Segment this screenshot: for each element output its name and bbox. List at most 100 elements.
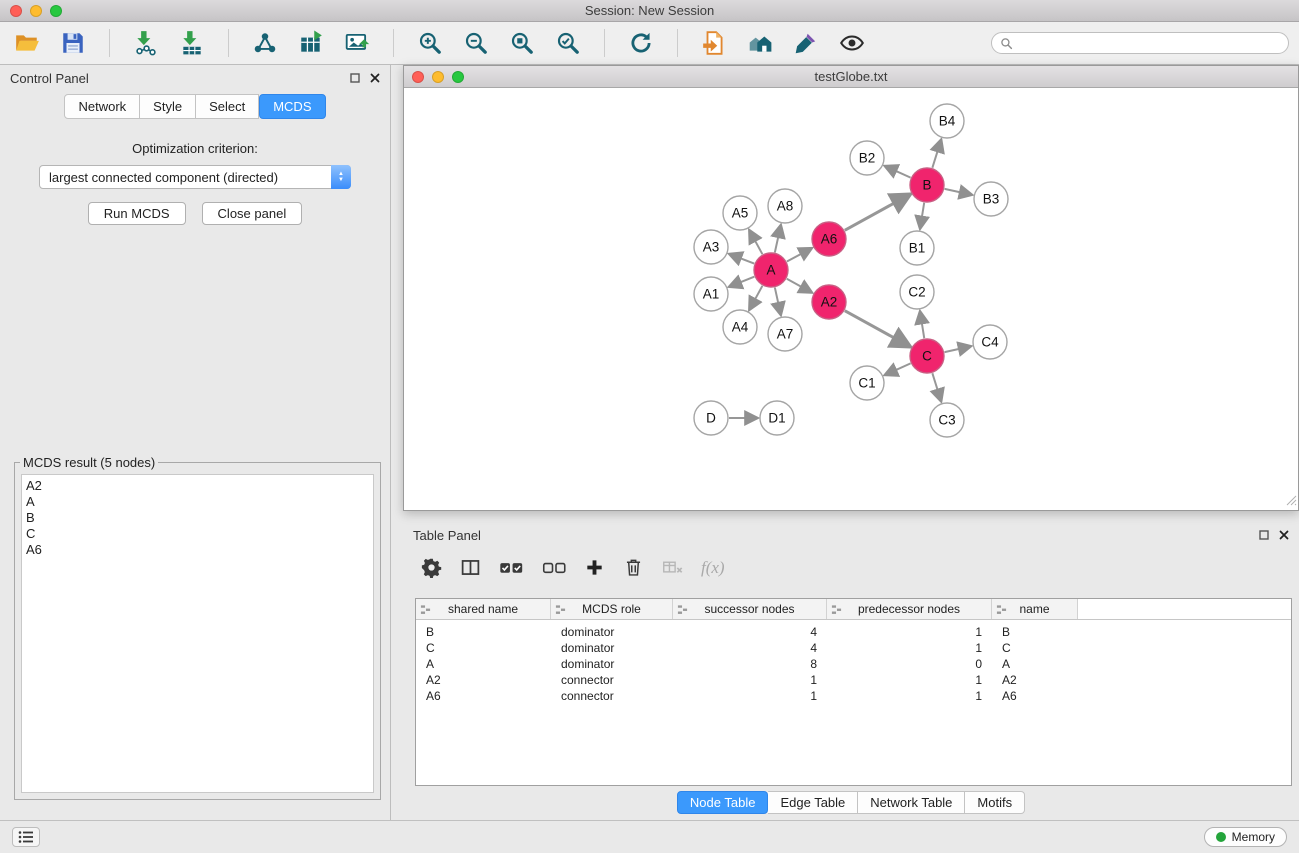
edge-B-B4[interactable] bbox=[932, 140, 941, 168]
cell-name[interactable]: C bbox=[992, 641, 1078, 655]
node-A8[interactable]: A8 bbox=[768, 189, 802, 223]
task-history-button[interactable] bbox=[12, 827, 40, 847]
mcds-result-item[interactable]: A2 bbox=[26, 478, 369, 494]
cell-predecessor-nodes[interactable]: 1 bbox=[827, 673, 992, 687]
tab-edge-table[interactable]: Edge Table bbox=[768, 791, 858, 814]
run-mcds-button[interactable]: Run MCDS bbox=[88, 202, 186, 225]
cell-MCDS-role[interactable]: connector bbox=[551, 673, 673, 687]
delete-table-button[interactable] bbox=[662, 557, 683, 578]
node-B2[interactable]: B2 bbox=[850, 141, 884, 175]
column-header-predecessor-nodes[interactable]: predecessor nodes bbox=[827, 599, 992, 619]
edge-A-A7[interactable] bbox=[775, 288, 781, 315]
node-C1[interactable]: C1 bbox=[850, 366, 884, 400]
edge-A-A6[interactable] bbox=[787, 248, 811, 261]
new-network-table-button[interactable] bbox=[294, 26, 328, 60]
node-A7[interactable]: A7 bbox=[768, 317, 802, 351]
tab-select[interactable]: Select bbox=[196, 94, 259, 119]
import-table-file-button[interactable] bbox=[175, 26, 209, 60]
import-database-button[interactable] bbox=[697, 26, 731, 60]
node-A6[interactable]: A6 bbox=[812, 222, 846, 256]
edge-A-A5[interactable] bbox=[750, 231, 763, 255]
tab-network[interactable]: Network bbox=[64, 94, 140, 119]
edge-B-B3[interactable] bbox=[945, 189, 972, 195]
node-C3[interactable]: C3 bbox=[930, 403, 964, 437]
cell-MCDS-role[interactable]: dominator bbox=[551, 625, 673, 639]
edge-A-A1[interactable] bbox=[730, 277, 755, 287]
settings-button[interactable] bbox=[421, 557, 442, 578]
node-D[interactable]: D bbox=[694, 401, 728, 435]
column-header-MCDS-role[interactable]: MCDS role bbox=[551, 599, 673, 619]
table-row[interactable]: Bdominator41B bbox=[416, 624, 1291, 640]
table-panel-float-button[interactable] bbox=[1259, 530, 1269, 540]
column-header-shared-name[interactable]: shared name bbox=[416, 599, 551, 619]
node-A4[interactable]: A4 bbox=[723, 310, 757, 344]
cell-successor-nodes[interactable]: 8 bbox=[673, 657, 827, 671]
edge-C-C3[interactable] bbox=[932, 373, 941, 401]
mcds-result-item[interactable]: A6 bbox=[26, 542, 369, 558]
columns-button[interactable] bbox=[460, 557, 481, 578]
table-panel-close-button[interactable] bbox=[1279, 530, 1289, 540]
cell-shared-name[interactable]: A2 bbox=[416, 673, 551, 687]
minimize-window-button[interactable] bbox=[30, 5, 42, 17]
control-panel-close-button[interactable] bbox=[370, 73, 380, 83]
export-image-button[interactable] bbox=[340, 26, 374, 60]
select-all-button[interactable] bbox=[499, 557, 524, 578]
cell-shared-name[interactable]: A6 bbox=[416, 689, 551, 703]
node-A2[interactable]: A2 bbox=[812, 285, 846, 319]
tab-motifs[interactable]: Motifs bbox=[965, 791, 1025, 814]
edge-A-A8[interactable] bbox=[775, 226, 781, 253]
node-C2[interactable]: C2 bbox=[900, 275, 934, 309]
node-D1[interactable]: D1 bbox=[760, 401, 794, 435]
search-input[interactable] bbox=[1018, 36, 1280, 50]
mcds-result-item[interactable]: B bbox=[26, 510, 369, 526]
tab-style[interactable]: Style bbox=[140, 94, 196, 119]
refresh-button[interactable] bbox=[624, 26, 658, 60]
import-network-file-button[interactable] bbox=[129, 26, 163, 60]
edge-A-A2[interactable] bbox=[787, 279, 812, 293]
edge-C-C2[interactable] bbox=[920, 312, 924, 338]
node-B4[interactable]: B4 bbox=[930, 104, 964, 138]
show-hide-button[interactable] bbox=[835, 26, 869, 60]
cell-successor-nodes[interactable]: 4 bbox=[673, 641, 827, 655]
function-builder-button[interactable]: f(x) bbox=[701, 558, 725, 578]
tab-node-table[interactable]: Node Table bbox=[677, 791, 769, 814]
table-row[interactable]: A2connector11A2 bbox=[416, 672, 1291, 688]
node-A1[interactable]: A1 bbox=[694, 277, 728, 311]
mcds-result-item[interactable]: A bbox=[26, 494, 369, 510]
node-B1[interactable]: B1 bbox=[900, 231, 934, 265]
cell-name[interactable]: A bbox=[992, 657, 1078, 671]
network-canvas[interactable]: B4B2BB3A5A8A6A3B1AC2A1A2A4A7C4CC1C3DD1 bbox=[404, 89, 1298, 510]
node-B[interactable]: B bbox=[910, 168, 944, 202]
cell-shared-name[interactable]: C bbox=[416, 641, 551, 655]
network-close-button[interactable] bbox=[412, 71, 424, 83]
close-window-button[interactable] bbox=[10, 5, 22, 17]
new-network-button[interactable] bbox=[248, 26, 282, 60]
search-box[interactable] bbox=[991, 32, 1289, 54]
tab-network-table[interactable]: Network Table bbox=[858, 791, 965, 814]
node-A5[interactable]: A5 bbox=[723, 196, 757, 230]
network-minimize-button[interactable] bbox=[432, 71, 444, 83]
cell-MCDS-role[interactable]: dominator bbox=[551, 641, 673, 655]
cell-successor-nodes[interactable]: 4 bbox=[673, 625, 827, 639]
resize-grip-icon[interactable] bbox=[1285, 494, 1297, 509]
edge-A2-C[interactable] bbox=[845, 311, 910, 347]
node-C[interactable]: C bbox=[910, 339, 944, 373]
cell-successor-nodes[interactable]: 1 bbox=[673, 689, 827, 703]
node-C4[interactable]: C4 bbox=[973, 325, 1007, 359]
zoom-fit-button[interactable] bbox=[505, 26, 539, 60]
add-column-button[interactable] bbox=[584, 557, 605, 578]
memory-button[interactable]: Memory bbox=[1204, 827, 1287, 847]
zoom-window-button[interactable] bbox=[50, 5, 62, 17]
close-panel-button[interactable]: Close panel bbox=[202, 202, 303, 225]
node-B3[interactable]: B3 bbox=[974, 182, 1008, 216]
delete-rows-button[interactable] bbox=[623, 557, 644, 578]
table-row[interactable]: A6connector11A6 bbox=[416, 688, 1291, 704]
cell-name[interactable]: B bbox=[992, 625, 1078, 639]
tab-mcds[interactable]: MCDS bbox=[259, 94, 325, 119]
cell-shared-name[interactable]: B bbox=[416, 625, 551, 639]
zoom-in-button[interactable] bbox=[413, 26, 447, 60]
open-session-button[interactable] bbox=[10, 26, 44, 60]
network-zoom-button[interactable] bbox=[452, 71, 464, 83]
cell-MCDS-role[interactable]: connector bbox=[551, 689, 673, 703]
column-header-name[interactable]: name bbox=[992, 599, 1078, 619]
